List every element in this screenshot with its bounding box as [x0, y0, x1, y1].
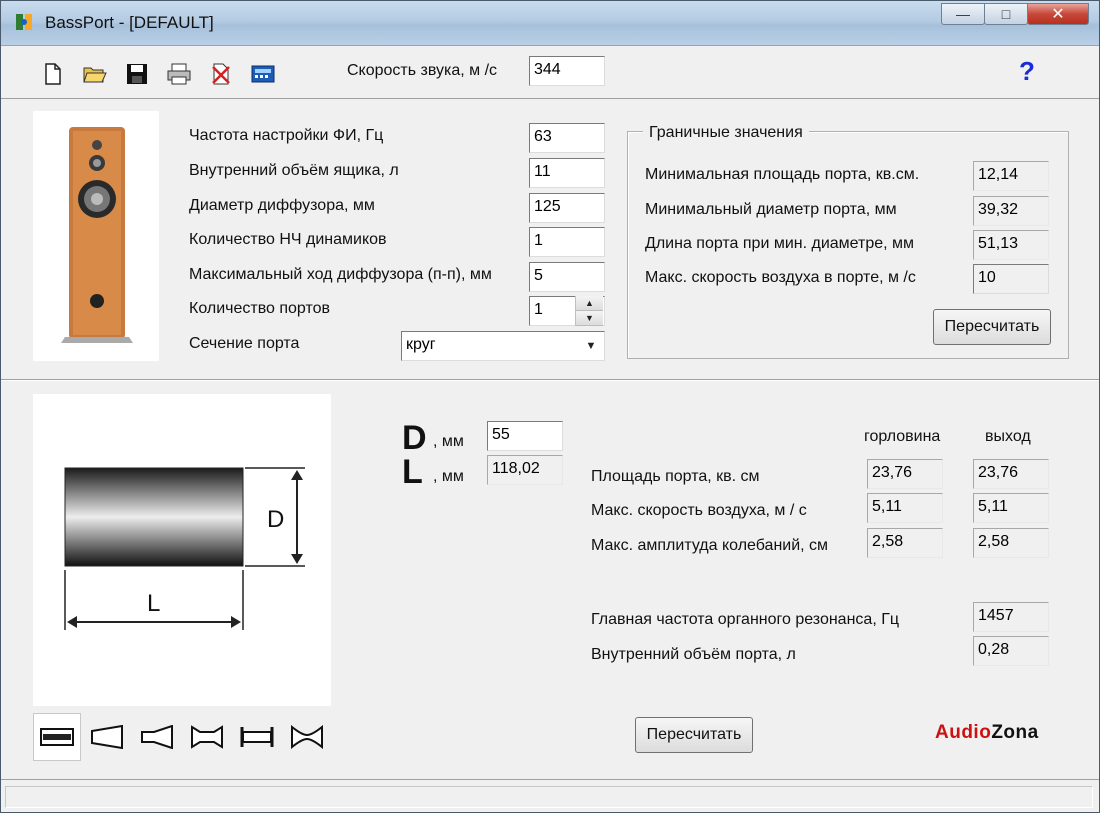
port-section-label: Сечение порта [189, 335, 300, 352]
toolbar: Скорость звука, м /с 344 ? [1, 46, 1099, 99]
spin-up-icon[interactable]: ▲ [576, 296, 603, 311]
amplitude-throat-value: 2,58 [867, 528, 943, 558]
status-bar [1, 779, 1099, 813]
air-speed-exit-value: 5,11 [973, 493, 1049, 523]
window-controls: — □ ✕ [941, 3, 1089, 25]
logo-part-zona: Zona [991, 722, 1039, 743]
port-section-select[interactable]: круг ▼ [401, 331, 605, 361]
port-recalc-button[interactable]: Пересчитать [635, 717, 753, 753]
max-excursion-input[interactable]: 5 [529, 262, 605, 292]
throat-column-header: горловина [864, 428, 941, 445]
port-volume-label: Внутренний объём порта, л [591, 646, 796, 663]
organ-freq-value: 1457 [973, 602, 1049, 632]
max-air-speed-input[interactable]: 10 [973, 264, 1049, 294]
d-input[interactable]: 55 [487, 421, 563, 451]
cone-port-icon[interactable] [83, 713, 131, 761]
woofer-count-label: Количество НЧ динамиков [189, 231, 387, 248]
app-logo-icon [16, 14, 32, 30]
diagram-l-label: L [147, 590, 161, 617]
section-divider [1, 379, 1099, 381]
close-button[interactable]: ✕ [1027, 3, 1089, 25]
diagram-d-label: D [267, 506, 285, 533]
calculator-icon[interactable] [251, 62, 275, 86]
min-area-value: 12,14 [973, 161, 1049, 191]
length-at-min-value: 51,13 [973, 230, 1049, 260]
sound-speed-input[interactable]: 344 [529, 56, 605, 86]
max-excursion-label: Максимальный ход диффузора (п-п), мм [189, 266, 492, 283]
minimize-button[interactable]: — [941, 3, 985, 25]
tuning-freq-input[interactable]: 63 [529, 123, 605, 153]
d-unit: , мм [433, 433, 464, 450]
port-count-label: Количество портов [189, 300, 331, 317]
horn-port-icon[interactable] [133, 713, 181, 761]
double-flared-tube-icon[interactable] [283, 713, 331, 761]
amplitude-exit-value: 2,58 [973, 528, 1049, 558]
audiozona-logo: AudioZona [935, 722, 1039, 744]
help-icon[interactable]: ? [1019, 56, 1035, 87]
air-speed-label: Макс. скорость воздуха, м / с [591, 502, 807, 519]
straight-tube-icon[interactable] [33, 713, 81, 761]
maximize-button[interactable]: □ [984, 3, 1028, 25]
port-count-stepper[interactable]: ▲ ▼ [575, 296, 603, 326]
save-icon[interactable] [125, 62, 149, 86]
sound-speed-label: Скорость звука, м /с [347, 62, 498, 79]
title-bar[interactable]: BassPort - [DEFAULT] — □ ✕ [1, 1, 1099, 46]
port-volume-value: 0,28 [973, 636, 1049, 666]
max-air-speed-label: Макс. скорость воздуха в порте, м /с [645, 269, 916, 286]
box-volume-input[interactable]: 11 [529, 158, 605, 188]
area-label: Площадь порта, кв. см [591, 468, 760, 485]
area-exit-value: 23,76 [973, 459, 1049, 489]
min-area-label: Минимальная площадь порта, кв.см. [645, 166, 920, 183]
delete-icon[interactable] [209, 62, 233, 86]
length-at-min-label: Длина порта при мин. диаметре, мм [645, 235, 915, 252]
organ-freq-label: Главная частота органного резонанса, Гц [591, 611, 900, 628]
open-folder-icon[interactable] [83, 62, 107, 86]
speaker-image [33, 111, 159, 361]
port-diagram: D L [33, 394, 331, 706]
status-pane [5, 786, 1093, 808]
port-section-value: круг [406, 336, 436, 353]
double-flare-icon[interactable] [183, 713, 231, 761]
print-icon[interactable] [167, 62, 191, 86]
air-speed-throat-value: 5,11 [867, 493, 943, 523]
window-title: BassPort - [DEFAULT] [45, 13, 214, 32]
spin-down-icon[interactable]: ▼ [576, 311, 603, 326]
cone-diameter-label: Диаметр диффузора, мм [189, 197, 375, 214]
logo-part-audio: Audio [935, 722, 992, 743]
tuning-freq-label: Частота настройки ФИ, Гц [189, 127, 384, 144]
l-letter: L [402, 453, 423, 491]
l-value: 118,02 [487, 455, 563, 485]
min-diameter-label: Минимальный диаметр порта, мм [645, 201, 897, 218]
l-unit: , мм [433, 468, 464, 485]
limits-group-title: Граничные значения [643, 124, 809, 142]
chevron-down-icon[interactable]: ▼ [579, 333, 603, 359]
woofer-count-input[interactable]: 1 [529, 227, 605, 257]
app-window: BassPort - [DEFAULT] — □ ✕ Скорость звук… [0, 0, 1100, 813]
cone-diameter-input[interactable]: 125 [529, 193, 605, 223]
box-volume-label: Внутренний объём ящика, л [189, 162, 399, 179]
area-throat-value: 23,76 [867, 459, 943, 489]
min-diameter-value: 39,32 [973, 196, 1049, 226]
exit-column-header: выход [985, 428, 1031, 445]
new-file-icon[interactable] [41, 62, 65, 86]
amplitude-label: Макс. амплитуда колебаний, см [591, 537, 829, 554]
limits-recalc-button[interactable]: Пересчитать [933, 309, 1051, 345]
flanged-tube-icon[interactable] [233, 713, 281, 761]
